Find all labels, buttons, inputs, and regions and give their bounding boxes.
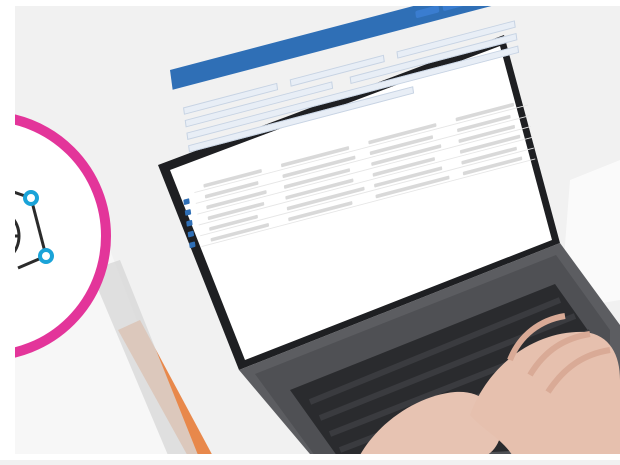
row-checkbox <box>184 208 192 216</box>
row-checkbox <box>187 230 195 238</box>
globe-badge-graphic <box>0 111 111 361</box>
frame-bottom <box>0 454 620 460</box>
row-checkbox <box>189 241 196 249</box>
frame-left <box>0 0 15 460</box>
frame-top <box>0 0 620 6</box>
network-node <box>38 248 54 264</box>
globe-badge <box>0 86 126 386</box>
topbar-button-1 <box>415 5 440 19</box>
row-checkbox <box>186 219 193 227</box>
photo-scene <box>0 0 620 460</box>
network-node <box>23 190 39 206</box>
row-checkbox <box>183 198 190 206</box>
